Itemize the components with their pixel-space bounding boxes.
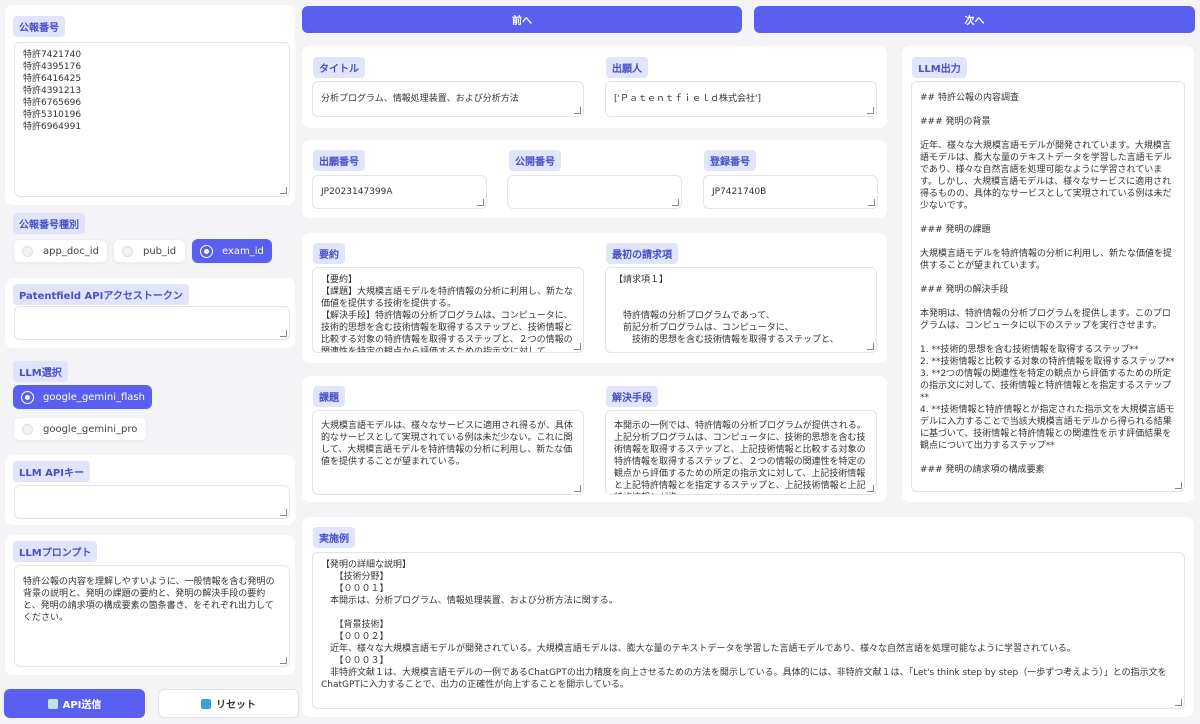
abstract-label: 要約: [313, 243, 345, 264]
title-label: タイトル: [313, 57, 365, 78]
reg-no-label: 登録番号: [704, 150, 756, 171]
radio-exam-id[interactable]: exam_id: [192, 239, 272, 263]
radio-gemini-pro[interactable]: google_gemini_pro: [13, 417, 147, 441]
embodiment-field[interactable]: 【発明の詳細な説明】 【技術分野】 【０００１】 本開示は、分析プログラム、情報…: [312, 552, 1185, 709]
llm-key-block: LLM APIキー: [5, 455, 295, 525]
app-no-label: 出願番号: [313, 150, 365, 171]
prev-button[interactable]: 前へ: [302, 6, 742, 33]
radio-app-doc-id[interactable]: app_doc_id: [13, 239, 108, 263]
pub-no-field[interactable]: [507, 175, 682, 209]
next-button[interactable]: 次へ: [754, 6, 1195, 33]
prompt-textarea[interactable]: 特許公報の内容を理解しやすいように、一般情報を含む発明の背景の説明と、発明の課題…: [14, 565, 290, 667]
app-no-field[interactable]: JP2023147399A: [312, 175, 487, 209]
llm-select-label: LLM選択: [13, 361, 68, 382]
reg-no-field[interactable]: JP7421740B: [703, 175, 878, 209]
embodiment-panel: 実施例 【発明の詳細な説明】 【技術分野】 【０００１】 本開示は、分析プログラ…: [302, 517, 1194, 717]
radio-dot: [22, 423, 33, 435]
radio-gemini-flash[interactable]: google_gemini_flash: [13, 385, 152, 409]
problem-field[interactable]: 大規模言語モデルは、様々なサービスに適用され得るが、具体的なサービスとして実現さ…: [312, 410, 584, 495]
api-token-input[interactable]: [14, 306, 290, 340]
radio-dot: [22, 245, 33, 257]
sidebar: 公報番号 特許7421740 特許4395176 特許6416425 特許439…: [0, 0, 300, 724]
applicant-label: 出願人: [606, 57, 648, 78]
abstract-field[interactable]: 【要約】 【課題】大規模言語モデルを特許情報の分析に利用し、新たな価値を提供する…: [312, 267, 584, 353]
title-panel: タイトル 分析プログラム、情報処理装置、および分析方法 出願人 ['Ｐａｔｅｎｔ…: [302, 46, 887, 128]
pub-number-textarea[interactable]: 特許7421740 特許4395176 特許6416425 特許4391213 …: [14, 42, 290, 197]
api-send-button[interactable]: API送信: [4, 689, 145, 718]
solution-field[interactable]: 本開示の一例では、特許情報の分析プログラムが提供される。上記分析プログラムは、コ…: [605, 410, 877, 495]
reset-button[interactable]: リセット: [158, 689, 299, 718]
embodiment-label: 実施例: [313, 527, 355, 548]
applicant-field[interactable]: ['Ｐａｔｅｎｔｆｉｅｌｄ株式会社']: [605, 81, 877, 117]
title-field[interactable]: 分析プログラム、情報処理装置、および分析方法: [312, 81, 584, 117]
radio-dot-selected: [22, 391, 33, 403]
api-token-block: Patentfield APIアクセストークン: [5, 278, 295, 348]
llm-output-field[interactable]: ## 特許公報の内容調査 ### 発明の背景 近年、様々な大規模言語モデルが開発…: [911, 81, 1185, 492]
pub-number-label: 公報番号: [13, 16, 65, 37]
numbers-panel: 出願番号 JP2023147399A 公開番号 登録番号 JP7421740B: [302, 140, 887, 218]
abstract-panel: 要約 【要約】 【課題】大規模言語モデルを特許情報の分析に利用し、新たな価値を提…: [302, 233, 887, 363]
send-icon: [47, 698, 58, 709]
radio-pub-id[interactable]: pub_id: [113, 239, 186, 263]
problem-panel: 課題 大規模言語モデルは、様々なサービスに適用され得るが、具体的なサービスとして…: [302, 376, 887, 502]
pub-type-label: 公報番号種別: [13, 213, 85, 234]
claim-label: 最初の請求項: [606, 243, 678, 264]
prompt-label: LLMプロンプト: [13, 541, 98, 562]
pub-no-label: 公開番号: [509, 150, 561, 171]
solution-label: 解決手段: [606, 386, 658, 407]
prompt-block: LLMプロンプト 特許公報の内容を理解しやすいように、一般情報を含む発明の背景の…: [5, 535, 295, 675]
llm-output-panel: LLM出力 ## 特許公報の内容調査 ### 発明の背景 近年、様々な大規模言語…: [902, 46, 1194, 502]
claim-field[interactable]: 【請求項１】 特許情報の分析プログラムであって、 前記分析プログラムは、コンピュ…: [605, 267, 877, 353]
llm-key-label: LLM APIキー: [13, 461, 90, 482]
pub-number-block: 公報番号 特許7421740 特許4395176 特許6416425 特許439…: [5, 5, 295, 205]
llm-key-input[interactable]: [14, 485, 290, 519]
radio-dot: [122, 245, 133, 257]
reset-icon: [201, 698, 211, 709]
problem-label: 課題: [313, 386, 345, 407]
radio-dot-selected: [201, 245, 212, 257]
llm-output-label: LLM出力: [912, 57, 967, 78]
api-token-label: Patentfield APIアクセストークン: [13, 284, 189, 305]
